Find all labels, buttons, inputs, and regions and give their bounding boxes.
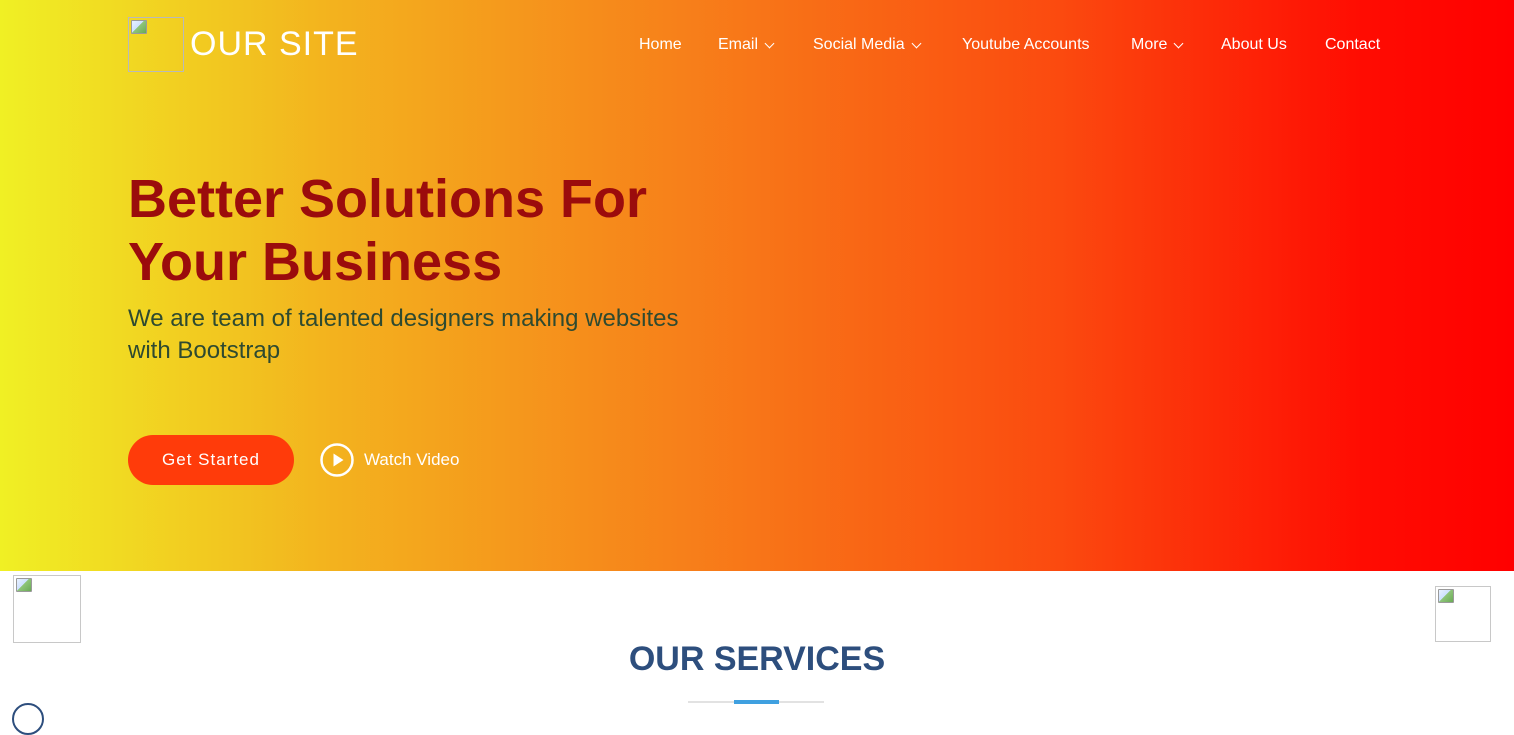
- chevron-down-icon: [1174, 38, 1184, 48]
- nav-item-label: Contact: [1325, 36, 1381, 53]
- nav-item-label: Social Media: [813, 36, 905, 53]
- get-started-button[interactable]: Get Started: [128, 435, 294, 485]
- watch-video-label: Watch Video: [364, 450, 460, 469]
- nav-item-label: Email: [718, 36, 759, 53]
- service-icon-partial: [12, 703, 44, 735]
- play-circle-icon: [320, 443, 354, 477]
- nav-item-social-media[interactable]: Social Media: [813, 34, 922, 56]
- nav-item-youtube-accounts[interactable]: Youtube Accounts: [962, 34, 1090, 56]
- nav-item-label: Youtube Accounts: [962, 36, 1090, 53]
- nav-item-contact[interactable]: Contact: [1325, 34, 1380, 56]
- hero-subtitle: We are team of talented designers making…: [128, 305, 679, 364]
- broken-image-icon: [131, 20, 147, 34]
- chevron-down-icon: [911, 38, 922, 48]
- decorative-image-left: [13, 575, 81, 643]
- watch-video-link[interactable]: Watch Video: [320, 442, 459, 478]
- broken-image-icon: [16, 578, 32, 592]
- site-logo-text[interactable]: OUR SITE: [190, 24, 359, 64]
- logo-image[interactable]: [128, 17, 184, 72]
- hero-section: OUR SITE Home Email Social Media Youtube…: [0, 0, 1514, 571]
- nav-item-about-us[interactable]: About Us: [1221, 34, 1287, 56]
- hero-title: Better Solutions For Your Business: [128, 169, 648, 292]
- services-title: OUR SERVICES: [628, 640, 886, 678]
- nav-item-label: Home: [639, 36, 682, 53]
- decorative-image-right: [1435, 586, 1491, 642]
- nav-item-email[interactable]: Email: [718, 34, 775, 56]
- nav-item-label: More: [1131, 36, 1168, 53]
- chevron-down-icon: [764, 38, 775, 48]
- section-divider-accent: [734, 700, 779, 704]
- nav-item-home[interactable]: Home: [639, 34, 682, 56]
- nav-item-more[interactable]: More: [1131, 34, 1184, 56]
- nav-item-label: About Us: [1221, 36, 1287, 53]
- broken-image-icon: [1438, 589, 1454, 603]
